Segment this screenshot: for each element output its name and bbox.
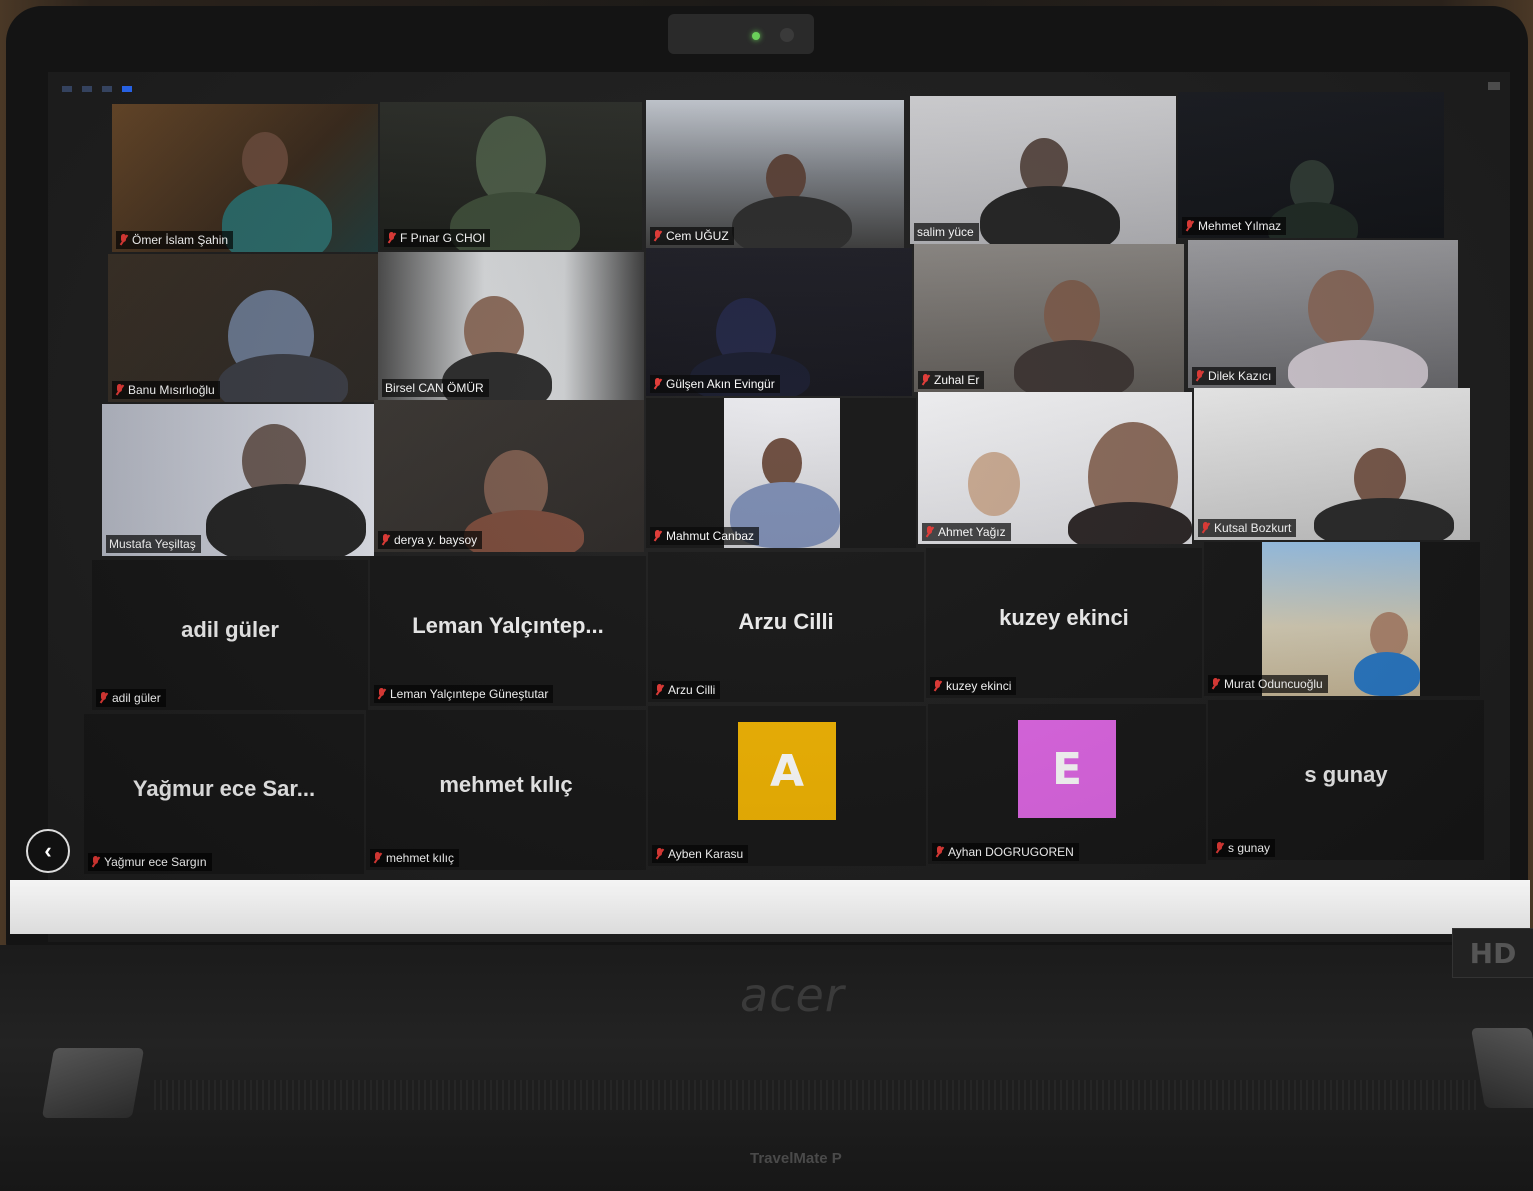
window-control[interactable]	[82, 86, 92, 92]
participant-tile[interactable]: kuzey ekinci kuzey ekinci	[926, 548, 1202, 698]
microphone-muted-icon	[1185, 220, 1194, 232]
participant-name-tag: salim yüce	[914, 223, 979, 241]
microphone-muted-icon	[119, 234, 128, 246]
participant-name-tag: Birsel CAN ÖMÜR	[382, 379, 489, 397]
video-tile[interactable]: Mehmet Yılmaz	[1178, 92, 1444, 238]
participant-name-tag: Leman Yalçıntepe Güneştutar	[374, 685, 554, 703]
participant-tile[interactable]: adil güler adil güler	[92, 560, 368, 710]
microphone-muted-icon	[653, 530, 662, 542]
microphone-muted-icon	[1211, 678, 1220, 690]
participant-tile[interactable]: Yağmur ece Sar... Yağmur ece Sargın	[84, 714, 364, 874]
participant-name-tag: Arzu Cilli	[652, 681, 721, 699]
participant-name-tag: Mustafa Yeşiltaş	[106, 535, 201, 553]
participant-name-tag: Ayben Karasu	[652, 845, 749, 863]
avatar: E	[1018, 720, 1116, 818]
video-tile[interactable]: salim yüce	[910, 96, 1176, 244]
chevron-left-icon: ‹	[44, 838, 52, 863]
participant-name-tag: adil güler	[96, 689, 166, 707]
participant-tile[interactable]: s gunay s gunay	[1208, 700, 1484, 860]
participant-name-tag: Murat Oduncuoğlu	[1208, 675, 1328, 693]
video-tile[interactable]: Zuhal Er	[914, 244, 1184, 392]
window-control-active[interactable]	[122, 86, 132, 92]
participant-name-tag: kuzey ekinci	[930, 677, 1017, 695]
microphone-muted-icon	[655, 848, 664, 860]
window-corner-control[interactable]	[1488, 82, 1500, 90]
hd-badge: HD	[1452, 928, 1533, 978]
webcam-led-icon	[752, 32, 760, 40]
participant-tile[interactable]: Leman Yalçıntep... Leman Yalçıntepe Güne…	[370, 556, 646, 706]
microphone-muted-icon	[1201, 522, 1210, 534]
video-tile[interactable]: Murat Oduncuoğlu	[1204, 542, 1480, 696]
webcam-lens-icon	[780, 28, 794, 42]
previous-page-button[interactable]: ‹	[26, 829, 70, 873]
microphone-muted-icon	[925, 526, 934, 538]
participant-tile[interactable]: Arzu Cilli Arzu Cilli	[648, 552, 924, 702]
participant-name-tag: Yağmur ece Sargın	[88, 853, 212, 871]
microphone-muted-icon	[935, 846, 944, 858]
participant-display-name: Leman Yalçıntep...	[412, 612, 604, 638]
participant-name-tag: Cem UĞUZ	[650, 227, 734, 245]
brand-logo: acer	[740, 968, 845, 1022]
participant-name-tag: Dilek Kazıcı	[1192, 367, 1277, 385]
keyboard-vent	[150, 1080, 1480, 1110]
participant-tile[interactable]: E Ayhan DOGRUGOREN	[928, 704, 1206, 864]
microphone-muted-icon	[99, 692, 108, 704]
video-tile[interactable]: Mahmut Canbaz	[646, 398, 916, 548]
participant-tile[interactable]: A Ayben Karasu	[648, 706, 926, 866]
participant-name-tag: Mahmut Canbaz	[650, 527, 760, 545]
participant-name-tag: Ayhan DOGRUGOREN	[932, 843, 1079, 861]
participant-name-tag: mehmet kılıç	[370, 849, 460, 867]
participant-name-tag: Ömer İslam Şahin	[116, 231, 234, 249]
participant-display-name: Yağmur ece Sar...	[132, 775, 316, 801]
participant-display-name: s gunay	[1304, 761, 1388, 787]
microphone-muted-icon	[377, 688, 386, 700]
microphone-muted-icon	[1195, 370, 1204, 382]
participant-tile[interactable]: mehmet kılıç mehmet kılıç	[366, 710, 646, 870]
video-tile[interactable]: Gülşen Akın Evingür	[646, 248, 912, 396]
video-tile[interactable]: derya y. baysoy	[374, 400, 644, 552]
video-tile[interactable]: Birsel CAN ÖMÜR	[378, 252, 644, 400]
video-tile[interactable]: Dilek Kazıcı	[1188, 240, 1458, 388]
microphone-muted-icon	[653, 378, 662, 390]
microphone-muted-icon	[933, 680, 942, 692]
microphone-muted-icon	[387, 232, 396, 244]
participant-display-name: mehmet kılıç	[439, 771, 573, 797]
microphone-muted-icon	[373, 852, 382, 864]
model-label: TravelMate P	[750, 1150, 842, 1167]
microphone-muted-icon	[921, 374, 930, 386]
video-tile[interactable]: Mustafa Yeşiltaş	[102, 404, 374, 556]
participant-name-tag: s gunay	[1212, 839, 1276, 857]
participant-name-tag: Gülşen Akın Evingür	[650, 375, 780, 393]
hinge-left	[41, 1048, 145, 1118]
participant-name-tag: Kutsal Bozkurt	[1198, 519, 1297, 537]
participant-display-name: Arzu Cilli	[738, 608, 834, 634]
microphone-muted-icon	[655, 684, 664, 696]
video-tile[interactable]: Kutsal Bozkurt	[1194, 388, 1470, 540]
window-control[interactable]	[102, 86, 112, 92]
participant-display-name: kuzey ekinci	[999, 604, 1129, 630]
participant-name-tag: Banu Mısırlıoğlu	[112, 381, 220, 399]
microphone-muted-icon	[381, 534, 390, 546]
meeting-window: Ömer İslam Şahin F Pınar G CHOI Cem UĞUZ…	[48, 72, 1510, 942]
participant-name-tag: F Pınar G CHOI	[384, 229, 491, 247]
microphone-muted-icon	[1215, 842, 1224, 854]
video-tile[interactable]: Ömer İslam Şahin	[112, 104, 378, 252]
video-tile[interactable]: Ahmet Yağız	[918, 392, 1192, 544]
video-tile[interactable]: Cem UĞUZ	[646, 100, 904, 248]
video-tile[interactable]: Banu Mısırlıoğlu	[108, 254, 378, 402]
microphone-muted-icon	[115, 384, 124, 396]
participant-name-tag: Mehmet Yılmaz	[1182, 217, 1287, 235]
microphone-muted-icon	[91, 856, 100, 868]
participant-display-name: adil güler	[181, 616, 279, 642]
window-control[interactable]	[62, 86, 72, 92]
video-tile[interactable]: F Pınar G CHOI	[380, 102, 642, 250]
window-title-controls	[62, 86, 132, 92]
participant-name-tag: Zuhal Er	[918, 371, 985, 389]
microphone-muted-icon	[653, 230, 662, 242]
screen-bottom-edge	[10, 880, 1530, 934]
participant-name-tag: Ahmet Yağız	[922, 523, 1011, 541]
participant-name-tag: derya y. baysoy	[378, 531, 483, 549]
avatar: A	[738, 722, 836, 820]
